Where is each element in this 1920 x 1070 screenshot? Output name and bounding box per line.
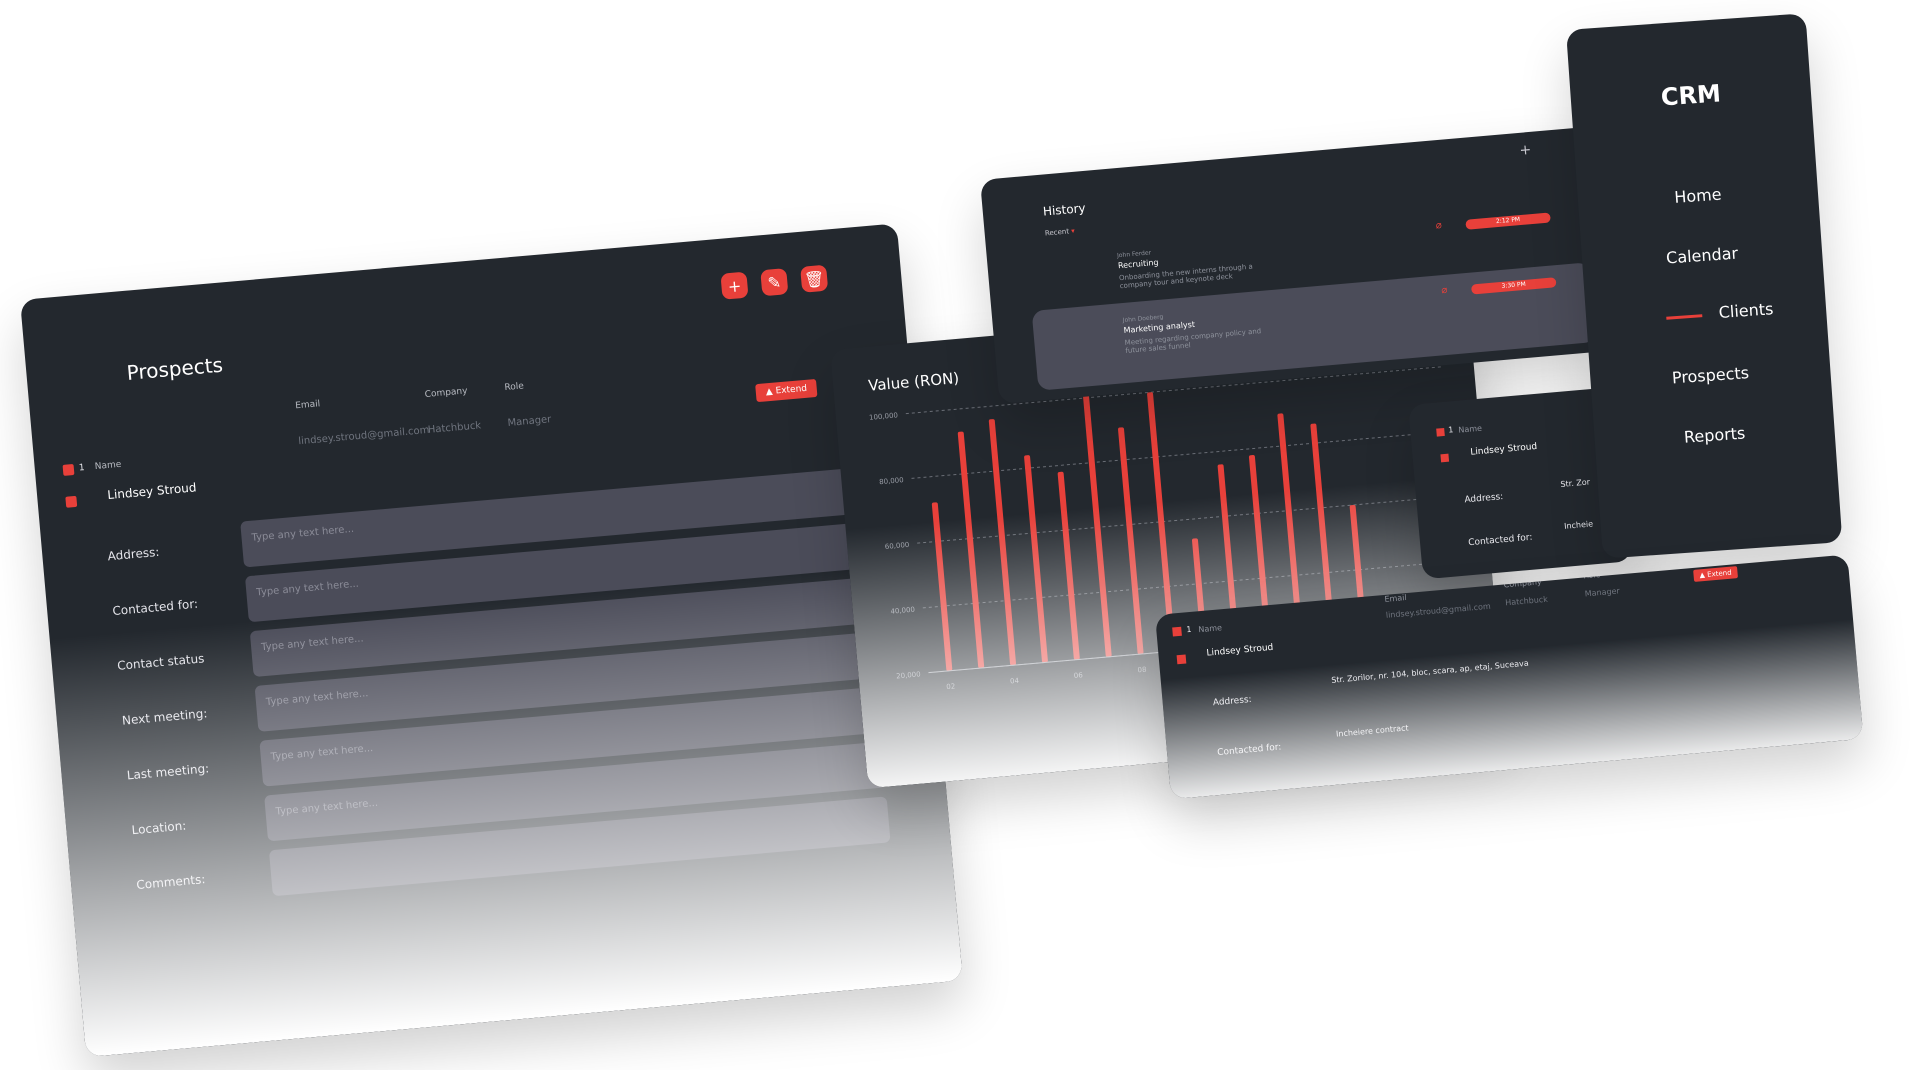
sidebar-nav: CRM Home Calendar Clients Prospects Repo… — [1566, 13, 1843, 559]
field-label: Comments: — [135, 872, 206, 893]
history-title: History — [1042, 200, 1087, 219]
chevron-down-icon: ▾ — [1070, 226, 1076, 236]
address-label: Address: — [1212, 694, 1253, 709]
row-checkbox[interactable] — [1176, 654, 1187, 665]
x-tick-label: 04 — [1010, 677, 1020, 686]
contacted-label: Contacted for: — [1216, 742, 1282, 759]
contacted-value: Incheie — [1563, 519, 1594, 531]
column-header-email[interactable]: Email — [295, 399, 321, 411]
prospects-title: Prospects — [125, 352, 224, 385]
y-tick-label: 100,000 — [869, 411, 899, 421]
bar — [1082, 385, 1112, 657]
x-tick-label: 08 — [1137, 666, 1147, 675]
add-button[interactable]: + — [720, 271, 749, 300]
row-checkbox[interactable] — [1440, 453, 1450, 463]
sidebar-item-prospects[interactable]: Prospects — [1590, 357, 1831, 393]
contacted-value: Incheiere contract — [1335, 723, 1409, 739]
extend-label: Extend — [775, 383, 808, 397]
column-header-name[interactable]: Name — [1458, 424, 1482, 435]
field-label: Address: — [107, 544, 160, 564]
column-header-role[interactable]: Role — [1583, 570, 1601, 580]
paperclip-icon[interactable]: ⌀ — [1435, 220, 1442, 231]
bar — [931, 502, 953, 671]
history-time-badge: 3:30 PM — [1470, 277, 1557, 295]
recent-label: Recent — [1044, 227, 1070, 238]
column-header-email[interactable]: Email — [1384, 593, 1407, 604]
field-label: Contacted for: — [111, 596, 199, 619]
row-company: Hatchbuck — [1504, 594, 1549, 608]
row-checkbox[interactable] — [65, 495, 78, 508]
select-all-checkbox[interactable] — [1436, 427, 1445, 437]
selected-count: 1 — [78, 463, 86, 474]
row-role: Manager — [1584, 586, 1621, 599]
column-header-name[interactable]: Name — [94, 460, 121, 472]
pencil-icon: ✎ — [766, 272, 782, 293]
extend-button[interactable]: ▲ Extend — [1693, 566, 1739, 582]
bar — [1057, 471, 1080, 660]
y-tick-label: 60,000 — [885, 541, 910, 551]
address-label: Address: — [1464, 492, 1504, 506]
history-subject: Recruiting — [1117, 257, 1159, 271]
add-history-icon[interactable]: + — [1519, 142, 1532, 159]
prospects-actions: + ✎ 🗑 — [720, 264, 829, 300]
edit-button[interactable]: ✎ — [760, 268, 789, 297]
field-label: Contact status — [116, 651, 205, 673]
address-value: Str. Zor — [1560, 477, 1591, 489]
history-panel: History + Recent ▾ John Ferder Recruitin… — [980, 126, 1608, 405]
selected-count: 1 — [1186, 624, 1192, 635]
sidebar-item-reports[interactable]: Reports — [1594, 417, 1835, 453]
row-name: Lindsey Stroud — [106, 480, 197, 503]
row-company: Hatchbuck — [427, 420, 482, 436]
row-name: Lindsey Stroud — [1206, 642, 1274, 659]
sidebar-item-clients[interactable]: Clients — [1626, 293, 1843, 329]
row-email: lindsey.stroud@gmail.com — [297, 424, 430, 448]
sidebar-item-home[interactable]: Home — [1578, 178, 1819, 214]
bar — [1118, 427, 1144, 655]
select-all-checkbox[interactable] — [62, 463, 75, 476]
column-header-company[interactable]: Company — [424, 386, 468, 400]
row-name: Lindsey Stroud — [1469, 441, 1538, 458]
bar — [988, 419, 1016, 666]
plus-icon: + — [726, 275, 742, 296]
column-header-company[interactable]: Company — [1503, 577, 1542, 589]
column-header-role[interactable]: Role — [504, 381, 524, 393]
y-tick-label: 80,000 — [879, 476, 904, 486]
field-label: Last meeting: — [126, 761, 210, 783]
history-time-badge: 2:12 PM — [1465, 212, 1551, 230]
field-label: Next meeting: — [121, 706, 208, 728]
delete-button[interactable]: 🗑 — [800, 264, 829, 293]
x-tick-label: 06 — [1074, 671, 1084, 680]
x-tick-label: 02 — [946, 682, 956, 691]
extend-label: Extend — [1706, 568, 1732, 579]
column-header-name[interactable]: Name — [1198, 623, 1222, 634]
recent-filter[interactable]: Recent ▾ — [1045, 227, 1076, 238]
contacted-label: Contacted for: — [1467, 532, 1533, 549]
selected-count: 1 — [1447, 425, 1454, 435]
sidebar-item-calendar[interactable]: Calendar — [1582, 238, 1823, 274]
select-all-checkbox[interactable] — [1172, 626, 1182, 637]
prospects-panel: Prospects + ✎ 🗑 1 Name Email Company Rol… — [20, 223, 963, 1058]
row-email: lindsey.stroud@gmail.com — [1385, 601, 1492, 620]
extend-button[interactable]: ▲ Extend — [755, 378, 818, 403]
address-value: Str. Zorilor, nr. 104, bloc, scara, ap, … — [1330, 658, 1530, 685]
field-label: Location: — [131, 818, 187, 838]
trash-icon: 🗑 — [803, 268, 826, 290]
row-role: Manager — [507, 414, 552, 429]
bar — [957, 431, 985, 669]
y-tick-label: 20,000 — [896, 670, 921, 680]
app-logo: CRM — [1659, 79, 1722, 112]
paperclip-icon[interactable]: ⌀ — [1441, 285, 1448, 296]
y-tick-label: 40,000 — [890, 606, 915, 616]
bar — [1024, 455, 1048, 663]
